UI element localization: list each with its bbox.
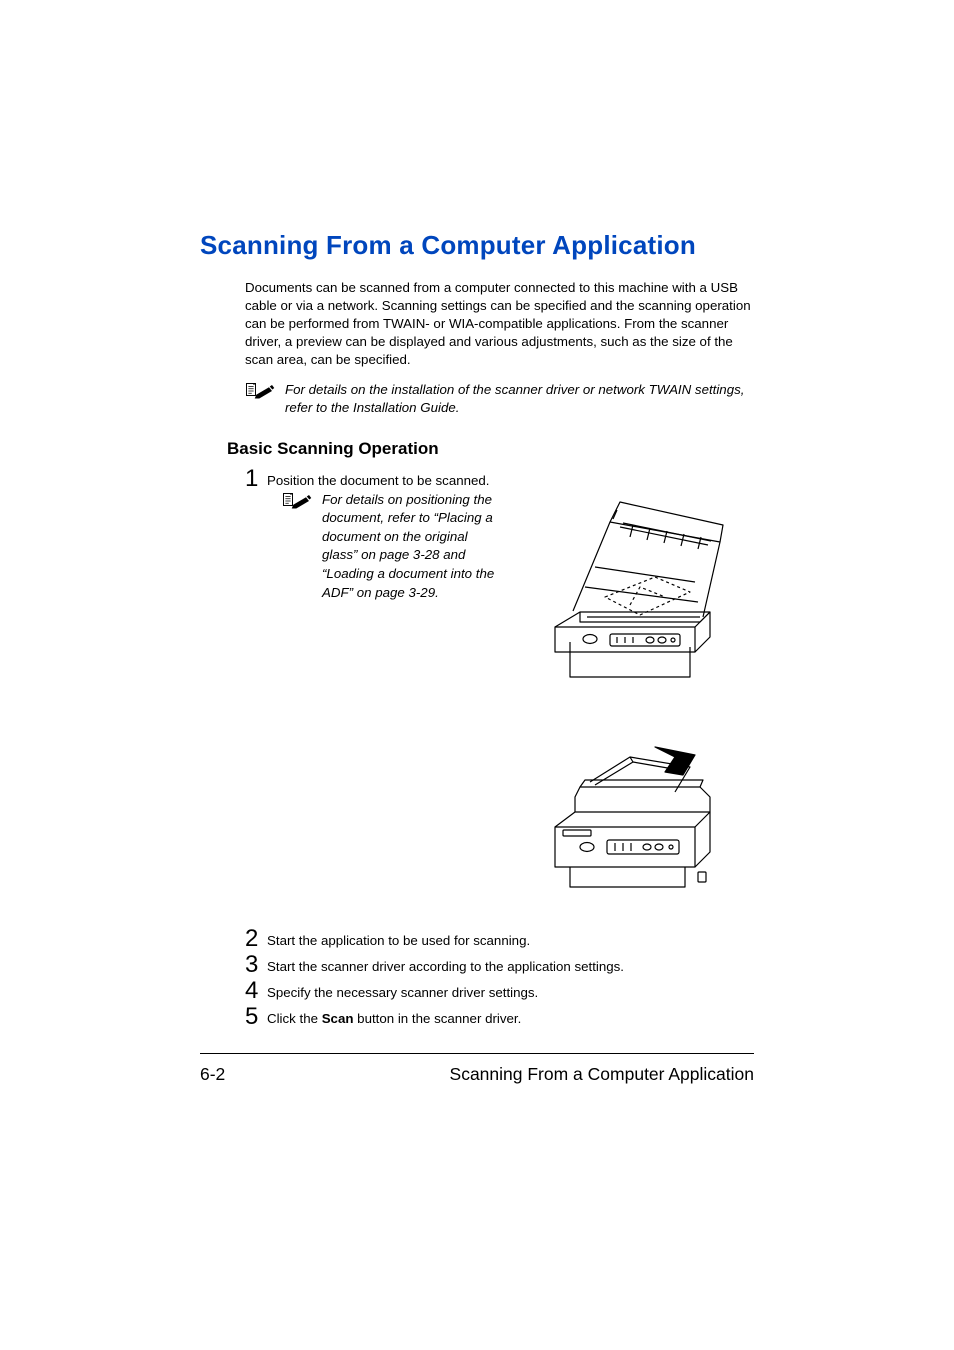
step-5-text: Click the Scan button in the scanner dri… xyxy=(267,1005,521,1028)
top-note: For details on the installation of the s… xyxy=(245,381,754,417)
step-2-text: Start the application to be used for sca… xyxy=(267,927,530,950)
step-5-post: button in the scanner driver. xyxy=(353,1011,521,1026)
step-1-note: For details on positioning the document,… xyxy=(322,491,495,603)
step-1-number: 1 xyxy=(245,467,267,491)
step-1-text: Position the document to be scanned. xyxy=(267,467,490,490)
top-note-text: For details on the installation of the s… xyxy=(285,381,754,417)
step-5-number: 5 xyxy=(245,1005,267,1029)
intro-paragraph: Documents can be scanned from a computer… xyxy=(245,279,754,369)
step-3: 3 Start the scanner driver according to … xyxy=(245,953,754,977)
note-icon xyxy=(282,491,312,516)
step-2-number: 2 xyxy=(245,927,267,951)
step-4-text: Specify the necessary scanner driver set… xyxy=(267,979,538,1002)
step-5: 5 Click the Scan button in the scanner d… xyxy=(245,1005,754,1029)
footer-page-number: 6-2 xyxy=(200,1064,225,1085)
step-4: 4 Specify the necessary scanner driver s… xyxy=(245,979,754,1003)
note-icon xyxy=(245,381,275,406)
step-4-number: 4 xyxy=(245,979,267,1003)
main-heading: Scanning From a Computer Application xyxy=(200,230,754,261)
step-5-bold: Scan xyxy=(322,1011,354,1026)
footer-title: Scanning From a Computer Application xyxy=(450,1064,754,1085)
step-3-text: Start the scanner driver according to th… xyxy=(267,953,624,976)
page-footer: 6-2 Scanning From a Computer Application xyxy=(200,1053,754,1085)
figure-scanner-open-lid xyxy=(525,467,725,697)
sub-heading: Basic Scanning Operation xyxy=(227,439,754,459)
step-2: 2 Start the application to be used for s… xyxy=(245,927,754,951)
step-5-pre: Click the xyxy=(267,1011,322,1026)
figure-scanner-adf xyxy=(525,727,725,897)
step-3-number: 3 xyxy=(245,953,267,977)
